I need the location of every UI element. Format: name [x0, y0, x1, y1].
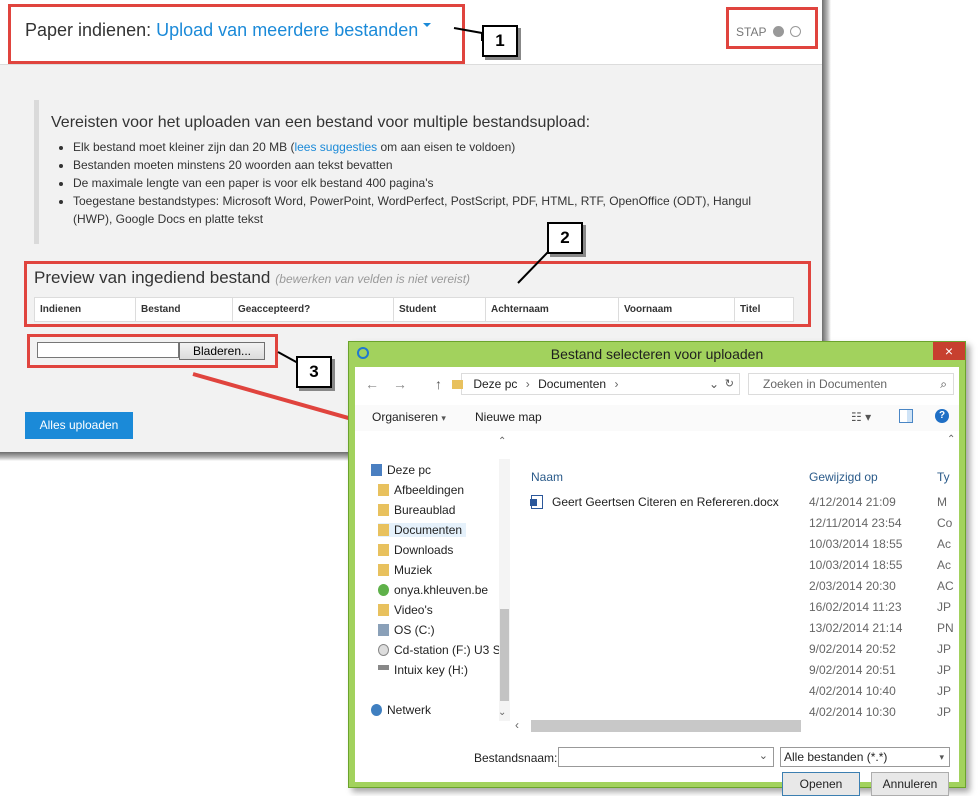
- folder-icon: [378, 483, 389, 496]
- computer-icon: [371, 463, 382, 476]
- file-modified: 4/12/2014 21:09: [809, 495, 896, 509]
- file-modified: 2/03/2014 20:30: [809, 579, 896, 593]
- tree-item-this-pc[interactable]: Deze pc: [371, 463, 431, 477]
- file-modified: 10/03/2014 18:55: [809, 537, 903, 551]
- callout-badge: 1: [482, 25, 518, 57]
- folder-icon: [378, 543, 389, 556]
- tree-item-desktop[interactable]: Bureaublad: [378, 503, 455, 517]
- file-modified: 9/02/2014 20:51: [809, 663, 896, 677]
- dialog-toolbar: Organiseren ▾ Nieuwe map ☷ ▾ ?: [355, 405, 959, 431]
- word-document-icon: [530, 495, 543, 509]
- column-name-header[interactable]: Naam: [531, 470, 563, 484]
- usb-drive-icon: [378, 665, 389, 671]
- breadcrumb-item[interactable]: Documenten: [538, 377, 606, 391]
- chevron-down-icon[interactable]: ⌄: [709, 374, 719, 394]
- scrollbar-thumb[interactable]: [500, 609, 509, 701]
- file-item-name[interactable]: Geert Geertsen Citeren en Refereren.docx: [552, 495, 779, 509]
- file-type: PN: [937, 621, 954, 635]
- callout-badge: 2: [547, 222, 583, 254]
- drive-icon: [378, 623, 389, 636]
- chevron-down-icon: ▾: [939, 752, 944, 762]
- file-type: JP: [937, 600, 952, 614]
- file-type: AC: [937, 579, 954, 593]
- file-modified: 12/11/2014 23:54: [809, 516, 902, 530]
- tree-item-network[interactable]: Netwerk: [371, 703, 431, 717]
- column-modified-header[interactable]: Gewijzigd op: [809, 470, 878, 484]
- file-type: JP: [937, 684, 952, 698]
- dialog-title: Bestand selecteren voor uploaden: [550, 346, 764, 362]
- file-type: Ac: [937, 558, 952, 572]
- address-bar: ← → ↑ Deze pc › Documenten › ⌄ ↻ Zoeken …: [355, 367, 959, 401]
- dialog-body: ← → ↑ Deze pc › Documenten › ⌄ ↻ Zoeken …: [355, 367, 959, 796]
- close-button[interactable]: ×: [933, 342, 965, 360]
- filename-input[interactable]: ⌄: [558, 747, 774, 767]
- view-options-icon[interactable]: ☷ ▾: [851, 410, 871, 424]
- chevron-down-icon[interactable]: ⌄: [759, 749, 768, 762]
- organize-button[interactable]: Organiseren ▾: [372, 410, 446, 424]
- filename-label: Bestandsnaam:: [474, 751, 558, 765]
- search-input[interactable]: Zoeken in Documenten ⌕: [748, 373, 954, 395]
- back-arrow-icon[interactable]: ←: [365, 376, 379, 392]
- file-modified: 9/02/2014 20:52: [809, 642, 896, 656]
- help-icon[interactable]: ?: [935, 409, 949, 423]
- file-type: JP: [937, 663, 952, 677]
- scroll-down-icon[interactable]: ⌄: [498, 707, 506, 718]
- horizontal-scrollbar[interactable]: [531, 720, 801, 732]
- tree-item-cd-drive[interactable]: Cd-station (F:) U3 S: [378, 643, 501, 657]
- open-button[interactable]: Openen: [782, 772, 860, 796]
- folder-icon: [378, 563, 389, 576]
- cancel-button[interactable]: Annuleren: [871, 772, 949, 796]
- refresh-icon[interactable]: ↻: [725, 374, 734, 394]
- scroll-up-icon[interactable]: ⌃: [947, 434, 955, 445]
- file-type: JP: [937, 705, 952, 719]
- tree-item-music[interactable]: Muziek: [378, 563, 432, 577]
- scroll-up-icon[interactable]: ⌃: [498, 436, 506, 447]
- tree-item-downloads[interactable]: Downloads: [378, 543, 453, 557]
- network-location-icon: [378, 583, 389, 596]
- column-type-header[interactable]: Ty: [937, 470, 950, 484]
- forward-arrow-icon[interactable]: →: [393, 376, 407, 392]
- scroll-left-icon[interactable]: ‹: [515, 718, 519, 732]
- breadcrumb-item[interactable]: Deze pc: [473, 377, 517, 391]
- file-modified: 4/02/2014 10:40: [809, 684, 896, 698]
- preview-pane-icon[interactable]: [899, 409, 913, 423]
- file-dialog: Bestand selecteren voor uploaden × ← → ↑…: [348, 341, 966, 796]
- new-folder-button[interactable]: Nieuwe map: [475, 410, 542, 424]
- cd-drive-icon: [378, 643, 389, 656]
- tree-item-pictures[interactable]: Afbeeldingen: [378, 483, 464, 497]
- tree-item-videos[interactable]: Video's: [378, 603, 433, 617]
- up-arrow-icon[interactable]: ↑: [435, 376, 442, 392]
- folder-icon: [452, 380, 463, 390]
- folder-icon: [378, 523, 389, 536]
- tree-scrollbar[interactable]: [499, 459, 510, 721]
- tree-item-usb-key[interactable]: Intuix key (H:): [378, 663, 468, 677]
- tree-item-drive-c[interactable]: OS (C:): [378, 623, 435, 637]
- file-type: Co: [937, 516, 953, 530]
- network-icon: [371, 703, 382, 716]
- file-modified: 4/02/2014 10:30: [809, 705, 896, 719]
- chevron-right-icon: ›: [525, 377, 530, 391]
- file-type: M: [937, 495, 947, 509]
- file-type: Ac: [937, 537, 952, 551]
- file-modified: 16/02/2014 11:23: [809, 600, 902, 614]
- callout-pointer: [517, 251, 552, 284]
- file-type: JP: [937, 642, 952, 656]
- breadcrumb[interactable]: Deze pc › Documenten › ⌄ ↻: [452, 373, 740, 395]
- callout-badge: 3: [296, 356, 332, 388]
- search-icon: ⌕: [940, 377, 947, 391]
- tree-item-documents[interactable]: Documenten: [378, 523, 467, 537]
- callout-pointer: [453, 27, 483, 41]
- chevron-right-icon: ›: [614, 377, 619, 391]
- file-modified: 10/03/2014 18:55: [809, 558, 903, 572]
- file-modified: 13/02/2014 21:14: [809, 621, 903, 635]
- folder-icon: [378, 503, 389, 516]
- filetype-filter[interactable]: Alle bestanden (*.*) ▾: [780, 747, 950, 767]
- folder-icon: [378, 603, 389, 616]
- tree-item-network-location[interactable]: onya.khleuven.be: [378, 583, 488, 597]
